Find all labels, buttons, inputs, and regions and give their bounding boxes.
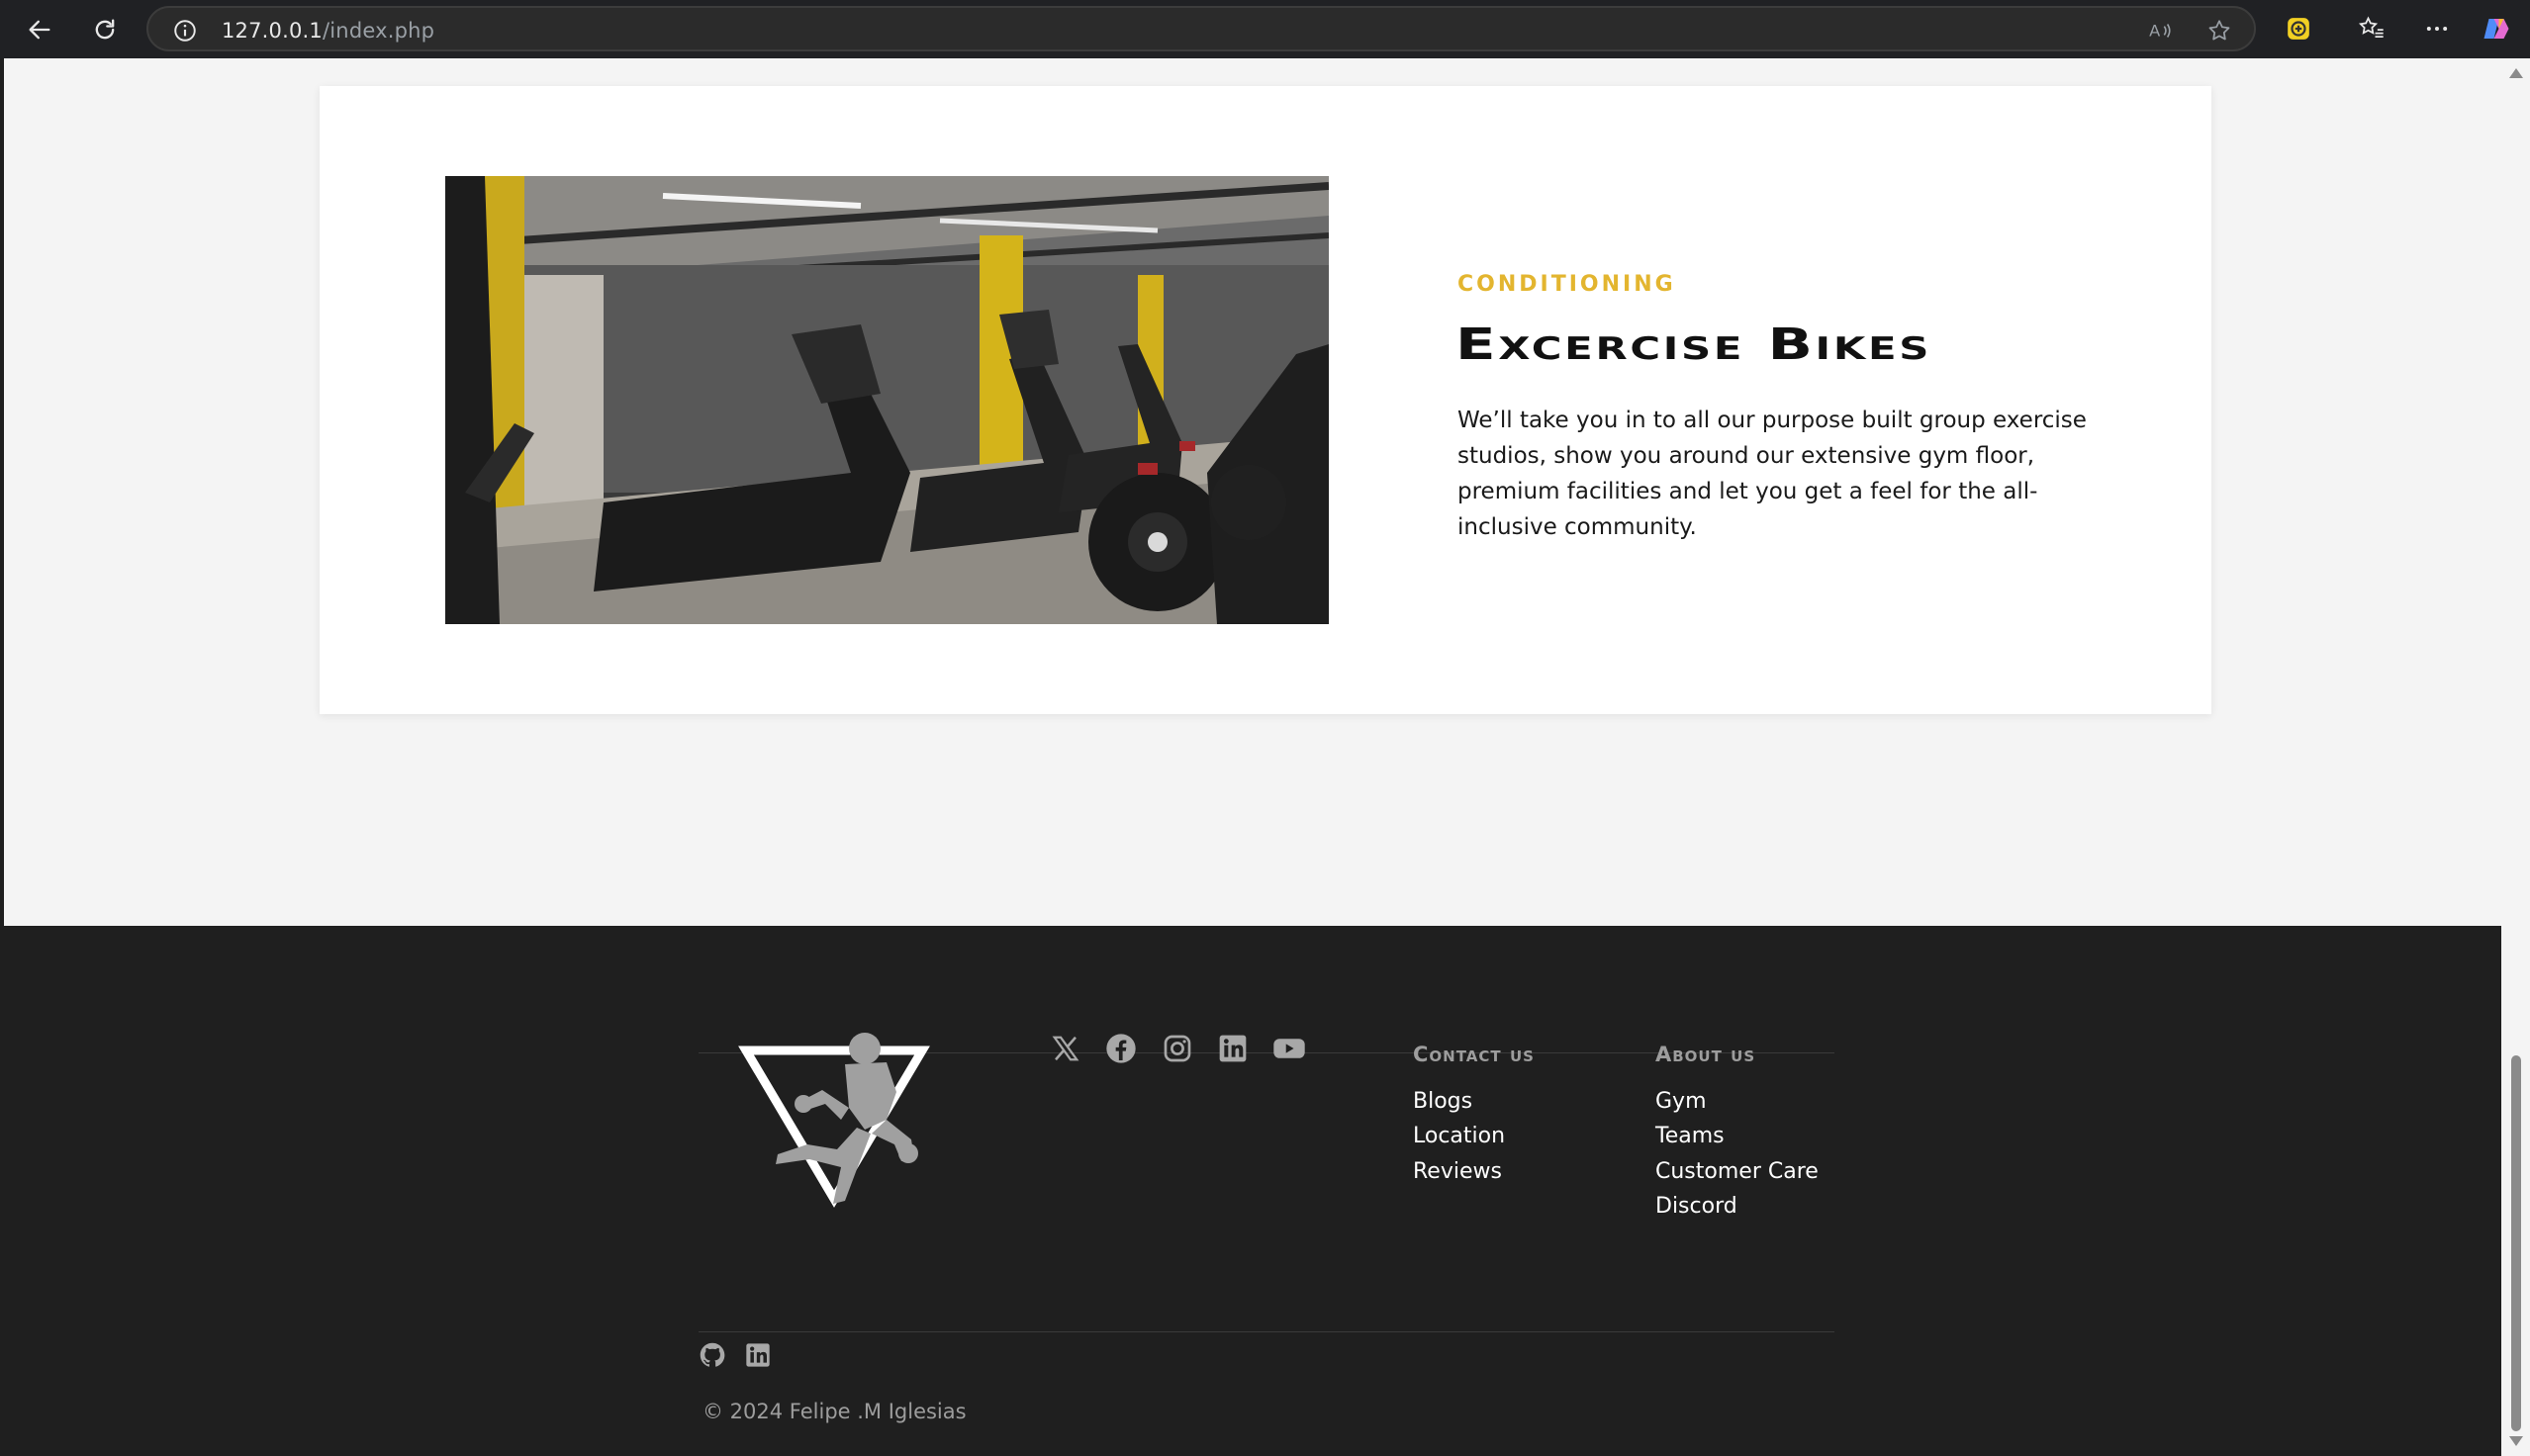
github-link[interactable]	[698, 1340, 727, 1370]
author-linkedin-link[interactable]	[743, 1340, 773, 1370]
contact-heading: Contact us	[1413, 1043, 1535, 1066]
about-heading: About us	[1655, 1043, 1756, 1066]
site-footer: Contact us Blogs Location Reviews About …	[4, 926, 2501, 1456]
footer-link-teams[interactable]: Teams	[1655, 1124, 1725, 1148]
x-social-link[interactable]	[1048, 1031, 1083, 1066]
fighter-logo-icon	[738, 1033, 930, 1208]
linkedin-social-link[interactable]	[1215, 1031, 1251, 1066]
back-arrow-icon	[29, 20, 50, 40]
youtube-icon	[1273, 1039, 1305, 1058]
section-title: Excercise Bikes	[1455, 319, 1932, 370]
info-icon[interactable]	[172, 18, 198, 44]
scroll-up-arrow-icon[interactable]	[2509, 68, 2523, 78]
brand-logo[interactable]	[738, 1031, 931, 1209]
feature-card: CONDITIONING Excercise Bikes We’ll take …	[320, 86, 2211, 714]
page-scrollbar[interactable]	[2501, 58, 2530, 1456]
footer-link-discord[interactable]: Discord	[1655, 1194, 1737, 1219]
footer-link-location[interactable]: Location	[1413, 1124, 1505, 1148]
browser-toolbar: 127.0.0.1/index.php A	[0, 0, 2530, 58]
footer-link-reviews[interactable]: Reviews	[1413, 1159, 1502, 1184]
footer-link-customer-care[interactable]: Customer Care	[1655, 1159, 1819, 1184]
section-eyebrow: CONDITIONING	[1457, 272, 1676, 297]
svg-text:A: A	[2149, 21, 2160, 40]
page-viewport: CONDITIONING Excercise Bikes We’ll take …	[4, 58, 2501, 1456]
reload-button[interactable]	[85, 10, 125, 49]
reload-icon	[95, 19, 115, 40]
instagram-social-link[interactable]	[1160, 1031, 1195, 1066]
footer-link-gym[interactable]: Gym	[1655, 1089, 1707, 1114]
copyright-text: © 2024 Felipe .M Iglesias	[703, 1400, 967, 1423]
linkedin-icon	[1219, 1035, 1247, 1062]
x-icon	[1052, 1036, 1079, 1061]
address-bar[interactable]: 127.0.0.1/index.php A	[146, 6, 2256, 51]
linkedin-icon	[746, 1343, 770, 1367]
gym-equipment-image	[445, 176, 1329, 624]
favorites-list-icon[interactable]	[2355, 12, 2389, 46]
section-description: We’ll take you in to all our purpose bui…	[1457, 408, 2087, 540]
read-aloud-icon[interactable]: A	[2147, 18, 2173, 44]
extension-icon[interactable]	[2282, 12, 2315, 46]
facebook-social-link[interactable]	[1103, 1031, 1139, 1066]
favorite-star-icon[interactable]	[2206, 18, 2232, 44]
back-button[interactable]	[20, 10, 59, 49]
copilot-icon[interactable]	[2480, 12, 2513, 46]
github-icon	[700, 1342, 725, 1367]
more-options-icon[interactable]	[2420, 12, 2454, 46]
scroll-thumb[interactable]	[2511, 1055, 2521, 1431]
footer-link-blogs[interactable]: Blogs	[1413, 1089, 1472, 1114]
instagram-icon	[1164, 1035, 1191, 1062]
url-text: 127.0.0.1/index.php	[222, 19, 435, 43]
youtube-social-link[interactable]	[1271, 1031, 1307, 1066]
footer-bottom-divider	[699, 1331, 1834, 1332]
facebook-icon	[1106, 1034, 1136, 1063]
scroll-down-arrow-icon[interactable]	[2509, 1436, 2523, 1446]
